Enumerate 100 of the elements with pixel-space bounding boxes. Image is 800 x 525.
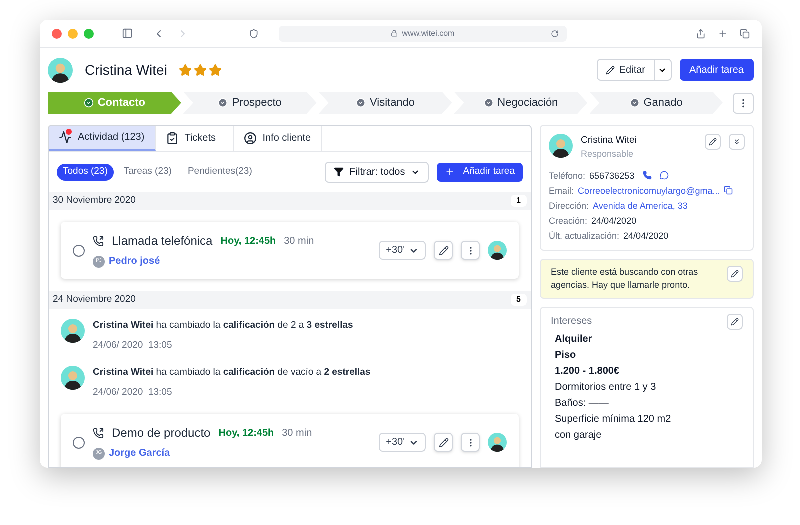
contact-name: Cristina Witei [581,134,637,148]
pencil-icon [438,438,448,448]
edit-button[interactable]: Editar [597,59,655,81]
activity-icon [59,131,72,144]
interest-item: Superficie mínima 120 m2 [555,414,672,426]
share-icon[interactable] [696,28,706,38]
interest-item: Alquiler [555,334,594,346]
field-link[interactable]: Avenida de America, 33 [593,200,688,212]
add-task-button[interactable]: Añadir tarea [437,162,523,182]
phone-icon [93,428,104,438]
activity-text: Cristina Witei ha cambiado la calificación de 2 a 3 estrellas [93,319,354,333]
star-icon [179,64,192,76]
assignee-link[interactable]: Pedro josé [109,254,160,269]
avatar-icon [488,433,507,452]
snooze-dropdown[interactable]: +30' [379,433,426,452]
avatar-icon [61,319,85,343]
plus-icon [445,167,456,177]
field-label: Dirección: [549,200,590,212]
check-icon [630,98,640,108]
check-icon [484,98,494,108]
check-icon [218,98,228,108]
field-label: Teléfono: [549,170,586,182]
avatar-icon [488,241,507,260]
field-value: 24/04/2020 [592,214,637,227]
note-text: Este cliente está buscando con otras agencias. Hay que llamarle pronto. [551,266,700,292]
pipeline-stage[interactable]: Prospecto [183,92,317,114]
pipeline-stage[interactable]: Ganado [590,92,724,114]
pencil-icon [438,246,448,256]
star-icon [194,64,208,76]
task-checkbox[interactable] [73,436,85,448]
check-icon [84,98,94,108]
copy-icon[interactable] [724,186,734,196]
edit-button[interactable] [727,314,743,330]
contact-role: Responsable [581,148,635,162]
pipeline-stage[interactable]: Negociación [454,92,588,114]
close-icon[interactable] [52,28,62,38]
interest-item: Baños: —— [555,398,610,410]
add-task-button[interactable]: Añadir tarea [680,59,754,81]
star-icon [209,64,222,76]
lock-icon [391,30,398,37]
edit-button[interactable] [705,134,721,150]
count-badge: 1 [510,195,527,207]
tabs-icon[interactable] [740,28,750,38]
filter-icon [334,167,344,177]
address-bar[interactable]: www.witei.com [279,26,567,42]
chat-icon[interactable] [660,171,669,180]
pipeline-stage[interactable]: Visitando [318,92,452,114]
pencil-icon [731,270,739,278]
count-badge: 5 [510,294,527,306]
phone-icon[interactable] [642,171,652,180]
avatar-icon [61,366,85,390]
client-name: Cristina Witei [85,60,168,80]
task-duration: 30 min [282,426,312,440]
interest-item: con garaje [555,430,603,442]
field-label: Últ. actualización: [549,230,620,242]
field-label: Creación: [549,214,588,227]
interest-item: Piso [555,350,578,362]
sidebar-icon[interactable] [122,28,133,39]
user-icon [244,132,257,145]
task-time: Hoy, 12:45h [220,234,276,248]
date-label: 30 Noviembre 2020 [53,194,136,208]
edit-button[interactable] [727,266,743,282]
avatar-icon [549,134,573,158]
snooze-dropdown[interactable]: +30' [379,241,426,260]
task-duration: 30 min [284,234,314,248]
edit-button[interactable] [434,241,453,260]
interests-title: Intereses [551,315,592,330]
interest-item: Dormitorios entre 1 y 3 [555,382,658,394]
clipboard-icon [166,132,179,145]
edit-button[interactable] [434,433,453,452]
task-title: Demo de producto [112,425,211,442]
task-title: Llamada telefónica [112,233,213,250]
shield-icon[interactable] [249,28,259,38]
interest-item: 1.200 - 1.800€ [555,366,620,378]
filter-pill[interactable]: Tareas (23) [118,164,178,180]
url-text: www.witei.com [402,28,455,40]
activity-date: 24/06/ 2020 13:05 [93,386,174,400]
field-label: Email: [549,184,574,197]
task-checkbox[interactable] [73,244,85,256]
chevrons-down-icon [733,138,741,146]
field-value: 656736253 [590,170,635,182]
collapse-button[interactable] [729,134,745,150]
pencil-icon [709,138,717,146]
filter-dropdown[interactable]: Filtrar: todos [324,162,430,182]
activity-date: 24/06/ 2020 13:05 [93,339,174,354]
filter-pill[interactable]: Todos (23) [57,164,114,180]
reload-icon[interactable] [551,30,559,38]
tab[interactable]: Actividad (123) [49,126,156,151]
new-tab-icon[interactable] [718,28,728,38]
task-time: Hoy, 12:45h [218,426,274,440]
activity-text: Cristina Witei ha cambiado la calificación de vacío a 2 estrellas [93,366,371,380]
filter-pill[interactable]: Pendientes(23) [182,164,258,180]
date-label: 24 Noviembre 2020 [53,292,136,307]
field-link[interactable]: Correoelectronicomuylargo@gma... [578,184,720,197]
pencil-icon [606,66,616,74]
check-icon [356,98,366,108]
pencil-icon [731,318,739,326]
field-value: 24/04/2020 [624,230,669,242]
phone-icon [93,236,104,246]
assignee-link[interactable]: Jorge García [109,446,170,461]
